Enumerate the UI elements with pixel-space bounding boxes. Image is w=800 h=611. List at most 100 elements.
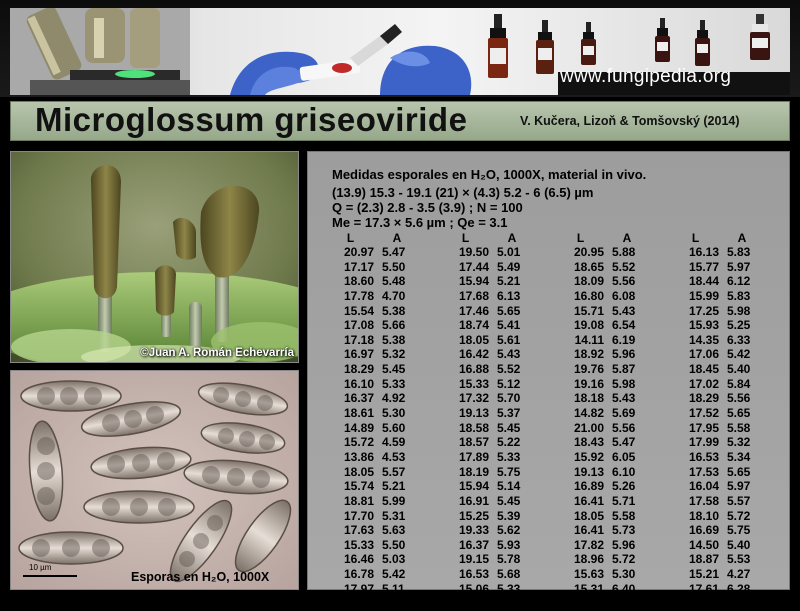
spore-length: 16.46 bbox=[343, 552, 374, 567]
spore-length: 18.87 bbox=[688, 552, 719, 567]
spore-width: 5.21 bbox=[382, 479, 406, 494]
measurement-row: 16.37 5.93 bbox=[439, 538, 554, 553]
measurement-row: 16.78 5.42 bbox=[324, 567, 439, 582]
measurement-row: 17.46 5.65 bbox=[439, 304, 554, 319]
spore-width: 5.56 bbox=[612, 274, 636, 289]
measurement-row: 15.94 5.14 bbox=[439, 479, 554, 494]
spore-length: 18.18 bbox=[573, 391, 604, 406]
column-header: LA bbox=[324, 231, 439, 245]
measurement-row: 18.81 5.99 bbox=[324, 494, 439, 509]
spore-width: 5.56 bbox=[612, 420, 636, 435]
spore-length: 16.78 bbox=[343, 567, 374, 582]
spore-width: 5.88 bbox=[612, 245, 636, 259]
spore-width: 6.28 bbox=[727, 581, 751, 596]
measurement-row: 17.81 5.91 bbox=[439, 596, 554, 611]
spore-length: 18.65 bbox=[573, 259, 604, 274]
spore-length: 16.37 bbox=[458, 537, 489, 552]
spore-width: 5.56 bbox=[727, 391, 751, 406]
spore-length: 17.68 bbox=[458, 288, 489, 303]
measurement-row: 18.29 5.56 bbox=[669, 391, 784, 406]
spore-length: 18.43 bbox=[573, 435, 604, 450]
measurements-panel: Medidas esporales en H₂O, 1000X, materia… bbox=[307, 151, 790, 610]
measurement-row: 15.92 6.05 bbox=[554, 450, 669, 465]
spore-width: 5.43 bbox=[612, 391, 636, 406]
spore-length: 16.41 bbox=[573, 523, 604, 538]
spore-width: 5.01 bbox=[497, 245, 521, 259]
spore-length: 18.45 bbox=[688, 362, 719, 377]
spore-length: 18.74 bbox=[458, 318, 489, 333]
spore-width: 5.34 bbox=[727, 449, 751, 464]
spore-length: 17.02 bbox=[688, 376, 719, 391]
spore-width: 5.47 bbox=[382, 245, 406, 259]
spore-length: 18.44 bbox=[688, 274, 719, 289]
measurement-row: 17.25 5.98 bbox=[669, 304, 784, 319]
spore-width: 5.96 bbox=[612, 347, 636, 362]
spore-length: 17.63 bbox=[343, 523, 374, 538]
spore-width: 5.42 bbox=[382, 567, 406, 582]
measurement-row: 18.74 5.41 bbox=[439, 318, 554, 333]
spore-length: 17.57 bbox=[343, 596, 374, 611]
measurement-row: 18.19 5.75 bbox=[439, 465, 554, 480]
q-range: Q = (2.3) 2.8 - 3.5 (3.9) ; N = 100 bbox=[332, 200, 523, 215]
spore-length: 16.97 bbox=[343, 347, 374, 362]
spore-length: 17.82 bbox=[573, 537, 604, 552]
spore-width: 5.93 bbox=[497, 537, 521, 552]
spore-width: 5.57 bbox=[382, 464, 406, 479]
measurement-row: 17.89 5.33 bbox=[439, 450, 554, 465]
title-bar: Microglossum griseoviride V. Kučera, Liz… bbox=[10, 101, 790, 141]
species-name: Microglossum griseoviride bbox=[35, 101, 468, 138]
spore-width: 5.38 bbox=[382, 303, 406, 318]
spore-length: 18.02 bbox=[688, 596, 719, 611]
spore-length: 18.05 bbox=[573, 508, 604, 523]
spore-length: 16.04 bbox=[688, 479, 719, 494]
measurement-row: 16.04 5.97 bbox=[669, 479, 784, 494]
measurement-row: 15.94 5.21 bbox=[439, 274, 554, 289]
spore-length: 18.19 bbox=[458, 464, 489, 479]
spore-width: 5.63 bbox=[382, 523, 406, 538]
spore-length: 13.86 bbox=[343, 449, 374, 464]
measurement-row: 17.63 5.63 bbox=[324, 523, 439, 538]
site-url[interactable]: www.fungipedia.org bbox=[560, 66, 731, 88]
spore-length: 17.08 bbox=[343, 318, 374, 333]
measurement-row: 19.15 5.78 bbox=[439, 552, 554, 567]
measurement-row: 18.65 5.52 bbox=[554, 260, 669, 275]
measurement-row: 17.32 5.70 bbox=[439, 391, 554, 406]
spore-length: 18.81 bbox=[343, 493, 374, 508]
measurement-row: 16.53 5.34 bbox=[669, 450, 784, 465]
spore-length: 18.58 bbox=[458, 420, 489, 435]
spore-length: 15.94 bbox=[458, 274, 489, 289]
column-header: LA bbox=[554, 231, 669, 245]
spore-width: 5.78 bbox=[497, 552, 521, 567]
spore-width: 5.11 bbox=[382, 581, 405, 596]
spore-length: 20.95 bbox=[573, 245, 604, 259]
spore-width: 5.83 bbox=[727, 288, 751, 303]
spore-length: 17.46 bbox=[458, 303, 489, 318]
measurement-row: 16.69 5.75 bbox=[669, 523, 784, 538]
spore-width: 5.33 bbox=[382, 376, 406, 391]
spore-width: 5.65 bbox=[727, 464, 751, 479]
spore-width: 5.32 bbox=[727, 435, 751, 450]
spore-length: 17.32 bbox=[458, 391, 489, 406]
measurement-row: 19.33 5.62 bbox=[439, 523, 554, 538]
measurement-row: 17.95 5.58 bbox=[669, 421, 784, 436]
spore-length: 18.05 bbox=[458, 332, 489, 347]
spore-length: 16.53 bbox=[458, 567, 489, 582]
measurement-row: 14.82 5.69 bbox=[554, 406, 669, 421]
measurement-row: 16.91 5.45 bbox=[439, 494, 554, 509]
spore-width: 4.59 bbox=[382, 435, 406, 450]
scale-bar-label: 10 µm bbox=[29, 563, 52, 572]
measurement-row: 17.57 5.56 bbox=[324, 596, 439, 611]
spore-length: 19.33 bbox=[458, 523, 489, 538]
spore-width: 5.98 bbox=[612, 376, 636, 391]
spore-length: 15.25 bbox=[458, 508, 489, 523]
spore-width: 5.14 bbox=[497, 479, 521, 494]
measurement-row: 17.61 6.28 bbox=[669, 582, 784, 597]
measurement-row: 16.37 4.92 bbox=[324, 391, 439, 406]
header-length: L bbox=[691, 231, 700, 245]
measurement-row: 16.15 5.79 bbox=[554, 596, 669, 611]
measurement-row: 17.18 5.38 bbox=[324, 333, 439, 348]
spore-width: 5.58 bbox=[612, 508, 636, 523]
measurement-row: 15.33 5.50 bbox=[324, 538, 439, 553]
spore-length: 19.08 bbox=[573, 318, 604, 333]
spore-width: 5.03 bbox=[382, 552, 406, 567]
